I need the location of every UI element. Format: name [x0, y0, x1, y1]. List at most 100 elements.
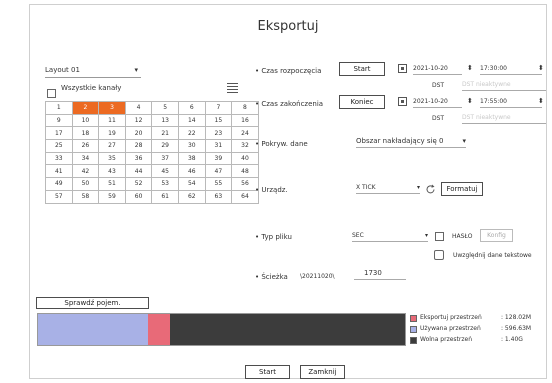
calendar-icon[interactable] — [398, 64, 407, 73]
channel-cell[interactable]: 42 — [71, 164, 100, 179]
channel-cell[interactable]: 22 — [177, 126, 206, 141]
channel-cell[interactable]: 49 — [45, 177, 73, 191]
text-data-label: Uwzględnij dane tekstowe — [453, 252, 532, 259]
dst-start-field[interactable]: DST nieaktywne — [462, 79, 546, 91]
channel-cell[interactable]: 31 — [204, 139, 233, 153]
channel-cell[interactable]: 16 — [231, 113, 259, 128]
channel-cell[interactable]: 62 — [177, 189, 206, 204]
channel-cell[interactable]: 17 — [45, 126, 73, 141]
legend-swatch-used — [410, 326, 417, 333]
channel-cell[interactable]: 45 — [151, 164, 179, 179]
start-time-label: • Czas rozpoczęcia — [255, 67, 322, 75]
channel-cell[interactable]: 13 — [151, 113, 179, 128]
channel-cell[interactable]: 4 — [124, 101, 153, 115]
channel-cell[interactable]: 7 — [204, 101, 233, 115]
channel-cell[interactable]: 29 — [151, 139, 179, 153]
channel-cell[interactable]: 48 — [231, 164, 259, 179]
channel-cell[interactable]: 33 — [45, 151, 73, 166]
channel-cell[interactable]: 44 — [124, 164, 153, 179]
channel-cell[interactable]: 25 — [45, 139, 73, 153]
config-button[interactable]: Konfig — [480, 229, 513, 242]
file-type-select[interactable]: SEC ▾ — [352, 230, 428, 242]
channel-cell[interactable]: 27 — [98, 139, 126, 153]
channel-cell[interactable]: 3 — [98, 101, 126, 115]
refresh-icon[interactable] — [425, 184, 436, 195]
channel-cell[interactable]: 12 — [124, 113, 153, 128]
channel-cell[interactable]: 24 — [231, 126, 259, 141]
dialog-title: Eksportuj — [257, 19, 319, 34]
all-channels-checkbox[interactable] — [47, 83, 56, 102]
end-time-button[interactable]: Koniec — [339, 95, 385, 109]
channel-cell[interactable]: 47 — [204, 164, 233, 179]
end-time-field[interactable]: 17:55:00 — [480, 96, 542, 108]
format-button[interactable]: Formatuj — [441, 182, 483, 196]
layout-select[interactable]: Layout 01 ▾ — [45, 64, 141, 78]
overlap-select[interactable]: Obszar nakładający się 0 ▾ — [356, 136, 466, 148]
end-date-field[interactable]: 2021-10-20 — [413, 96, 462, 108]
channel-cell[interactable]: 51 — [98, 177, 126, 191]
channel-cell[interactable]: 14 — [177, 113, 206, 128]
spinner-icon[interactable]: ⬍ — [538, 97, 544, 105]
dst-placeholder: DST nieaktywne — [462, 81, 511, 88]
channel-cell[interactable]: 61 — [151, 189, 179, 204]
start-button[interactable]: Start — [245, 365, 290, 379]
channel-cell[interactable]: 58 — [71, 189, 100, 204]
channel-cell[interactable]: 1 — [45, 101, 73, 115]
channel-cell[interactable]: 57 — [45, 189, 73, 204]
channel-cell[interactable]: 10 — [71, 113, 100, 128]
legend-used-label: Używana przestrzeń — [420, 325, 481, 332]
channel-cell[interactable]: 11 — [98, 113, 126, 128]
channel-cell[interactable]: 30 — [177, 139, 206, 153]
start-time-field[interactable]: 17:30:00 — [480, 63, 542, 75]
channel-cell[interactable]: 21 — [151, 126, 179, 141]
channel-cell[interactable]: 6 — [177, 101, 206, 115]
channel-cell[interactable]: 38 — [177, 151, 206, 166]
channel-cell[interactable]: 34 — [71, 151, 100, 166]
channel-cell[interactable]: 39 — [204, 151, 233, 166]
dst-end-field[interactable]: DST nieaktywne — [462, 112, 546, 124]
channel-cell[interactable]: 53 — [151, 177, 179, 191]
spinner-icon[interactable]: ⬍ — [467, 97, 473, 105]
channel-cell[interactable]: 55 — [204, 177, 233, 191]
channel-row: 9 10 11 12 13 14 15 16 — [45, 113, 259, 128]
channel-cell[interactable]: 2 — [71, 101, 100, 115]
spinner-icon[interactable]: ⬍ — [538, 64, 544, 72]
calendar-icon[interactable] — [398, 97, 407, 106]
close-button[interactable]: Zamknij — [300, 365, 345, 379]
channel-cell[interactable]: 19 — [98, 126, 126, 141]
channel-cell[interactable]: 28 — [124, 139, 153, 153]
start-date-field[interactable]: 2021-10-20 — [413, 63, 462, 75]
channel-row: 12345678 — [45, 101, 259, 115]
channel-cell[interactable]: 40 — [231, 151, 259, 166]
channel-cell[interactable]: 18 — [71, 126, 100, 141]
channel-cell[interactable]: 26 — [71, 139, 100, 153]
channel-cell[interactable]: 9 — [45, 113, 73, 128]
start-time-button[interactable]: Start — [339, 62, 385, 76]
channel-cell[interactable]: 54 — [177, 177, 206, 191]
channel-row: 41 42 43 44 45 46 47 48 — [45, 164, 259, 179]
text-data-checkbox[interactable] — [434, 250, 444, 260]
channel-cell[interactable]: 23 — [204, 126, 233, 141]
storage-bar — [37, 313, 406, 346]
path-field[interactable]: 1730 — [354, 268, 406, 280]
channel-cell[interactable]: 43 — [98, 164, 126, 179]
channel-cell[interactable]: 59 — [98, 189, 126, 204]
channel-cell[interactable]: 20 — [124, 126, 153, 141]
device-select[interactable]: X TICK ▾ — [356, 182, 420, 194]
channel-cell[interactable]: 50 — [71, 177, 100, 191]
channel-cell[interactable]: 60 — [124, 189, 153, 204]
spinner-icon[interactable]: ⬍ — [467, 64, 473, 72]
channel-cell[interactable]: 46 — [177, 164, 206, 179]
channel-cell[interactable]: 52 — [124, 177, 153, 191]
list-view-icon[interactable] — [227, 82, 238, 93]
channel-cell[interactable]: 36 — [124, 151, 153, 166]
password-checkbox[interactable] — [435, 232, 444, 241]
channel-cell[interactable]: 35 — [98, 151, 126, 166]
channel-cell[interactable]: 15 — [204, 113, 233, 128]
check-capacity-button[interactable]: Sprawdź pojem. — [36, 297, 149, 309]
password-label: HASŁO — [452, 233, 473, 240]
channel-cell[interactable]: 63 — [204, 189, 233, 204]
channel-cell[interactable]: 41 — [45, 164, 73, 179]
channel-cell[interactable]: 5 — [151, 101, 179, 115]
channel-cell[interactable]: 37 — [151, 151, 179, 166]
